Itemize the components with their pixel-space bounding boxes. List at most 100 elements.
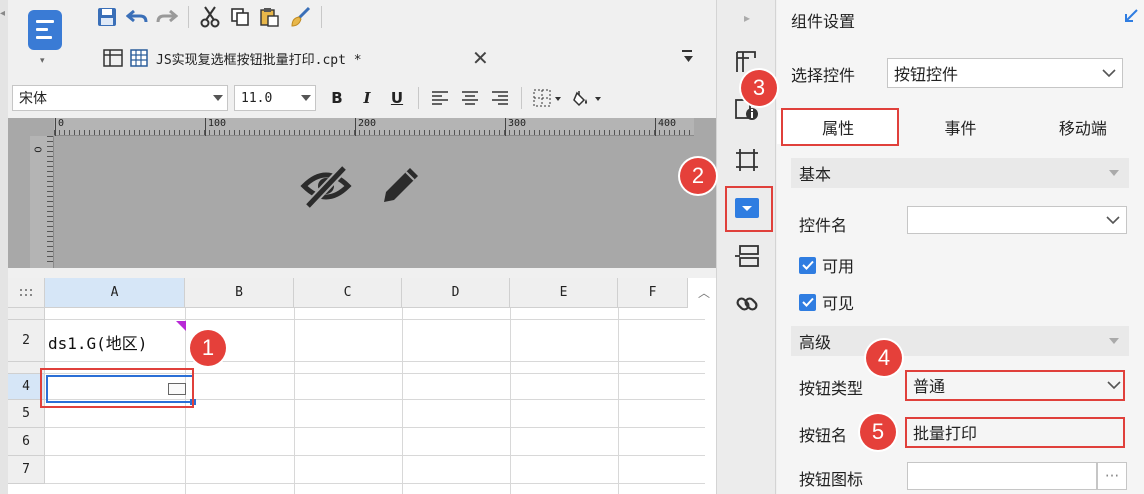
ruler-minor-tick	[47, 206, 53, 207]
ruler-minor-tick	[459, 130, 460, 135]
chevron-down-icon	[1109, 338, 1119, 344]
ruler-minor-tick	[84, 130, 85, 135]
ruler-minor-tick	[489, 130, 490, 135]
redo-icon[interactable]	[152, 3, 182, 31]
close-tab-button[interactable]: ✕	[472, 46, 489, 70]
tab-events[interactable]: 事件	[899, 110, 1021, 144]
italic-button[interactable]: I	[352, 85, 382, 111]
ruler-minor-tick	[504, 130, 505, 135]
highlight-box-3	[781, 108, 899, 146]
ruler-minor-tick	[624, 130, 625, 135]
scroll-up-icon[interactable]: ︿	[698, 284, 710, 301]
widget-settings-panel: 组件设置 选择控件 按钮控件 属性 事件 移动端 基本 控件名 可用 可见 高级…	[777, 0, 1144, 494]
ruler-minor-tick	[384, 130, 385, 135]
paste-icon[interactable]	[255, 3, 285, 31]
tab-mobile[interactable]: 移动端	[1022, 110, 1144, 144]
fill-color-icon[interactable]	[568, 85, 608, 111]
ruler-minor-tick	[47, 261, 53, 262]
font-family-select[interactable]: 宋体	[12, 85, 228, 111]
ruler-minor-tick	[319, 130, 320, 135]
enabled-checkbox[interactable]: 可用	[799, 253, 854, 277]
ruler-minor-tick	[189, 130, 190, 135]
align-right-icon[interactable]	[485, 85, 515, 111]
column-header-b[interactable]: B	[185, 278, 294, 308]
button-icon-browse-button[interactable]: ···	[1097, 462, 1127, 490]
row-header-2[interactable]: 2	[8, 320, 45, 362]
collapse-left-icon[interactable]: ◂	[0, 8, 5, 19]
ruler-minor-tick	[514, 130, 515, 135]
column-header-d[interactable]: D	[402, 278, 510, 308]
callout-badge-3: 3	[741, 70, 777, 106]
sheet-switch-icon[interactable]	[100, 45, 126, 71]
row-header[interactable]	[8, 308, 45, 320]
ruler-minor-tick	[669, 130, 670, 135]
element-frame-icon[interactable]	[733, 146, 761, 174]
row-header-7[interactable]: 7	[8, 456, 45, 484]
row-header-6[interactable]: 6	[8, 428, 45, 456]
panel-title: 组件设置	[791, 12, 856, 31]
ruler-minor-tick	[454, 130, 455, 135]
ruler-minor-tick	[144, 130, 145, 135]
ruler-minor-tick	[439, 130, 440, 135]
border-icon[interactable]	[528, 85, 568, 111]
ruler-minor-tick	[359, 130, 360, 135]
pencil-icon[interactable]	[376, 162, 424, 210]
chevron-down-icon[interactable]: ▾	[40, 56, 45, 66]
grid-line	[402, 308, 403, 494]
column-header-f[interactable]: F	[618, 278, 688, 308]
left-edge-strip[interactable]: ◂	[0, 0, 8, 494]
column-header-c[interactable]: C	[294, 278, 402, 308]
checkbox-checked-icon	[799, 293, 816, 311]
ruler-minor-tick	[47, 251, 53, 252]
underline-button[interactable]: U	[382, 85, 412, 111]
ruler-minor-tick	[519, 130, 520, 135]
condition-format-icon[interactable]	[733, 242, 761, 270]
visible-checkbox[interactable]: 可见	[799, 290, 854, 314]
ruler-minor-tick	[609, 130, 610, 135]
ruler-minor-tick	[679, 130, 680, 135]
ruler-minor-tick	[339, 130, 340, 135]
grid-line	[510, 308, 511, 494]
bold-button[interactable]: B	[322, 85, 352, 111]
cell-a2[interactable]: ds1.G(地区)	[48, 330, 147, 354]
ruler-minor-tick	[69, 130, 70, 135]
file-tab-title[interactable]: JS实现复选框按钮批量打印.cpt *	[156, 49, 362, 68]
ruler-minor-tick	[264, 130, 265, 135]
section-advanced[interactable]: 高级	[791, 326, 1129, 356]
widget-name-input[interactable]	[907, 206, 1127, 234]
ruler-minor-tick	[214, 130, 215, 135]
collapse-panel-icon[interactable]	[1123, 8, 1139, 24]
section-basic[interactable]: 基本	[791, 158, 1129, 188]
column-header-e[interactable]: E	[510, 278, 618, 308]
ruler-minor-tick	[249, 130, 250, 135]
tab-menu-icon[interactable]	[680, 48, 698, 66]
format-brush-icon[interactable]	[285, 3, 315, 31]
align-center-icon[interactable]	[455, 85, 485, 111]
app-logo-icon[interactable]: ▾	[22, 8, 70, 68]
ruler-minor-tick	[469, 130, 470, 135]
ruler-minor-tick	[404, 130, 405, 135]
ruler-minor-tick	[269, 130, 270, 135]
expand-arrow-icon[interactable]: ▸	[733, 4, 761, 32]
align-left-icon[interactable]	[425, 85, 455, 111]
eye-hidden-icon[interactable]	[300, 162, 352, 210]
ruler-minor-tick	[274, 130, 275, 135]
ruler-minor-tick	[47, 221, 53, 222]
column-header-a[interactable]: A	[45, 278, 185, 308]
ruler-minor-tick	[494, 130, 495, 135]
ruler-minor-tick	[524, 130, 525, 135]
vertical-ruler: 0	[30, 136, 54, 268]
select-widget-dropdown[interactable]: 按钮控件	[887, 58, 1123, 88]
button-icon-input[interactable]	[907, 462, 1097, 490]
cut-icon[interactable]	[195, 3, 225, 31]
button-name-label: 按钮名	[799, 426, 848, 445]
ruler-minor-tick	[74, 130, 75, 135]
save-icon[interactable]	[92, 3, 122, 31]
undo-icon[interactable]	[122, 3, 152, 31]
hyperlink-icon[interactable]	[733, 290, 761, 318]
select-all-corner[interactable]	[8, 278, 45, 308]
ruler-minor-tick	[159, 130, 160, 135]
font-size-select[interactable]: 11.0	[234, 85, 316, 111]
copy-icon[interactable]	[225, 3, 255, 31]
ruler-minor-tick	[569, 130, 570, 135]
